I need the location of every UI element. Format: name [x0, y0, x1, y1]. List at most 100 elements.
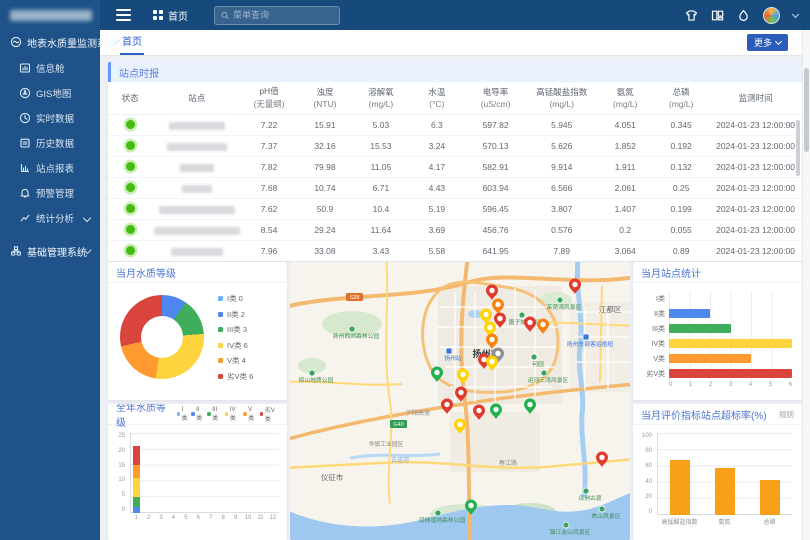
- theme-skin-icon[interactable]: [685, 9, 698, 22]
- search-icon: [221, 11, 229, 20]
- bar[interactable]: [670, 460, 690, 515]
- legend-item[interactable]: V类: [243, 407, 257, 422]
- stacked-bar[interactable]: [130, 433, 142, 513]
- user-avatar[interactable]: [763, 7, 780, 24]
- sidebar-item-statistics-analysis[interactable]: 统计分析: [0, 205, 100, 230]
- station-table: 状态站点pH值(无量纲)浊度(NTU)溶解氧(mg/L)水温(°C)电导率(uS…: [108, 82, 802, 261]
- stacked-bar[interactable]: [205, 433, 217, 513]
- map-label: 扬州西郊森林公园: [333, 332, 380, 340]
- page-scrollbar-thumb[interactable]: [804, 68, 809, 152]
- transit-poi-icon[interactable]: [583, 334, 589, 340]
- chevron-down-icon: [83, 213, 91, 221]
- yearly-plot[interactable]: [130, 433, 279, 513]
- tabbar: 首页 更多: [100, 30, 802, 56]
- park-poi-icon[interactable]: [557, 297, 563, 303]
- legend-item[interactable]: II类: [191, 407, 204, 422]
- sidebar-item-gis-map[interactable]: GIS地图: [0, 80, 100, 105]
- sidebar-item-realtime-data[interactable]: 实时数据: [0, 105, 100, 130]
- sidebar-item-label: GIS地图: [36, 86, 71, 100]
- bar[interactable]: [669, 369, 792, 378]
- rules-link[interactable]: 规则: [779, 409, 794, 420]
- column-header: 电导率(uS/cm): [465, 82, 526, 115]
- legend-item[interactable]: IV类 6: [218, 340, 253, 351]
- table-row[interactable]: 7.8279.9811.054.17582.919.9141.9110.1322…: [108, 157, 802, 178]
- table-row[interactable]: 7.6250.910.45.19596.453.8071.4070.199202…: [108, 199, 802, 220]
- panel-title: 当月水质等级: [108, 262, 287, 283]
- donut-chart[interactable]: [120, 295, 204, 379]
- bar[interactable]: [669, 309, 710, 318]
- table-row[interactable]: 8.5429.2411.643.69456.760.5760.20.055202…: [108, 220, 802, 241]
- bar[interactable]: [669, 324, 731, 333]
- legend-item[interactable]: 劣V类 6: [218, 371, 253, 382]
- sidebar-item-info-cabin[interactable]: 信息舱: [0, 55, 100, 80]
- legend-item[interactable]: IV类: [225, 407, 240, 422]
- hbar-row: II类: [639, 306, 792, 321]
- stacked-bar[interactable]: [267, 433, 279, 513]
- bar[interactable]: [715, 468, 735, 515]
- sidebar-group-surface-water-system[interactable]: 地表水质量监测系统: [0, 29, 100, 55]
- page-scrollbar[interactable]: [802, 30, 810, 540]
- park-poi-icon[interactable]: [563, 522, 569, 528]
- park-poi-icon[interactable]: [583, 488, 589, 494]
- legend-item[interactable]: I类 0: [218, 293, 253, 304]
- station-table-body: 7.2215.915.036.3597.825.9454.0510.345202…: [108, 115, 802, 262]
- park-poi-icon[interactable]: [349, 326, 355, 332]
- column-header: 状态: [108, 82, 152, 115]
- menu-search-input[interactable]: [233, 10, 333, 20]
- table-row[interactable]: 7.9633.083.435.58641.957.893.0640.892024…: [108, 241, 802, 262]
- panel-title: 当月站点统计: [633, 262, 802, 283]
- park-poi-icon[interactable]: [599, 506, 605, 512]
- column-header: 溶解氧(mg/L): [353, 82, 409, 115]
- table-row[interactable]: 7.6810.746.714.43603.946.5662.0610.25202…: [108, 178, 802, 199]
- bar[interactable]: [760, 480, 780, 515]
- flame-icon[interactable]: [737, 9, 750, 22]
- legend-item[interactable]: III类 3: [218, 324, 253, 335]
- stacked-bar[interactable]: [155, 433, 167, 513]
- sidebar-item-history-data[interactable]: 历史数据: [0, 130, 100, 155]
- exceed-plot[interactable]: [657, 433, 792, 515]
- topnav-home[interactable]: 首页: [153, 8, 188, 23]
- bar[interactable]: [669, 354, 751, 363]
- stacked-bar[interactable]: [142, 433, 154, 513]
- stacked-bar[interactable]: [167, 433, 179, 513]
- status-dot: [126, 162, 135, 171]
- park-poi-icon[interactable]: [435, 510, 441, 516]
- park-poi-icon[interactable]: [519, 312, 525, 318]
- menu-search-box[interactable]: [214, 6, 340, 25]
- legend-item[interactable]: I类: [177, 407, 189, 422]
- user-menu-caret-icon[interactable]: [792, 10, 799, 17]
- sidebar-item-station-report[interactable]: 站点报表: [0, 155, 100, 180]
- legend-item[interactable]: II类 2: [218, 309, 253, 320]
- sidebar-group-base-management[interactable]: 基础管理系统: [0, 238, 100, 264]
- park-poi-icon[interactable]: [541, 370, 547, 376]
- stacked-bar[interactable]: [217, 433, 229, 513]
- legend-item[interactable]: 劣V类: [260, 405, 279, 423]
- stacked-bar[interactable]: [254, 433, 266, 513]
- hbar-row: IV类: [639, 336, 792, 351]
- table-scrollbar[interactable]: [796, 120, 800, 176]
- column-header: 浊度(NTU): [297, 82, 353, 115]
- stacked-bar[interactable]: [242, 433, 254, 513]
- sidebar-item-alarm-management[interactable]: 预警管理: [0, 180, 100, 205]
- column-header: 站点: [152, 82, 241, 115]
- stations-map[interactable]: G40S28 扬州市江都区仪征市古运河沪陕高速春江路扬州西郊森林公园捺山地质公园…: [290, 262, 630, 540]
- table-row[interactable]: 7.3732.1615.533.24570.135.6261.8520.1922…: [108, 136, 802, 157]
- sidebar-group-label: 基础管理系统: [27, 244, 87, 259]
- more-button[interactable]: 更多: [747, 34, 788, 51]
- stacked-bar[interactable]: [192, 433, 204, 513]
- transit-poi-icon[interactable]: [446, 348, 452, 354]
- stacked-bar[interactable]: [180, 433, 192, 513]
- legend-item[interactable]: III类: [207, 407, 222, 422]
- bar[interactable]: [669, 339, 792, 348]
- tab-home[interactable]: 首页: [122, 30, 142, 55]
- stacked-bar[interactable]: [229, 433, 241, 513]
- sidebar-item-label: 实时数据: [36, 111, 74, 125]
- layout-screens-icon[interactable]: [711, 9, 724, 22]
- table-row[interactable]: 7.2215.915.036.3597.825.9454.0510.345202…: [108, 115, 802, 136]
- park-poi-icon[interactable]: [309, 370, 315, 376]
- park-poi-icon[interactable]: [531, 354, 537, 360]
- status-dot: [126, 246, 135, 255]
- collapse-menu-icon[interactable]: [116, 6, 131, 24]
- legend-item[interactable]: V类 4: [218, 355, 253, 366]
- more-caret-icon: [775, 37, 782, 44]
